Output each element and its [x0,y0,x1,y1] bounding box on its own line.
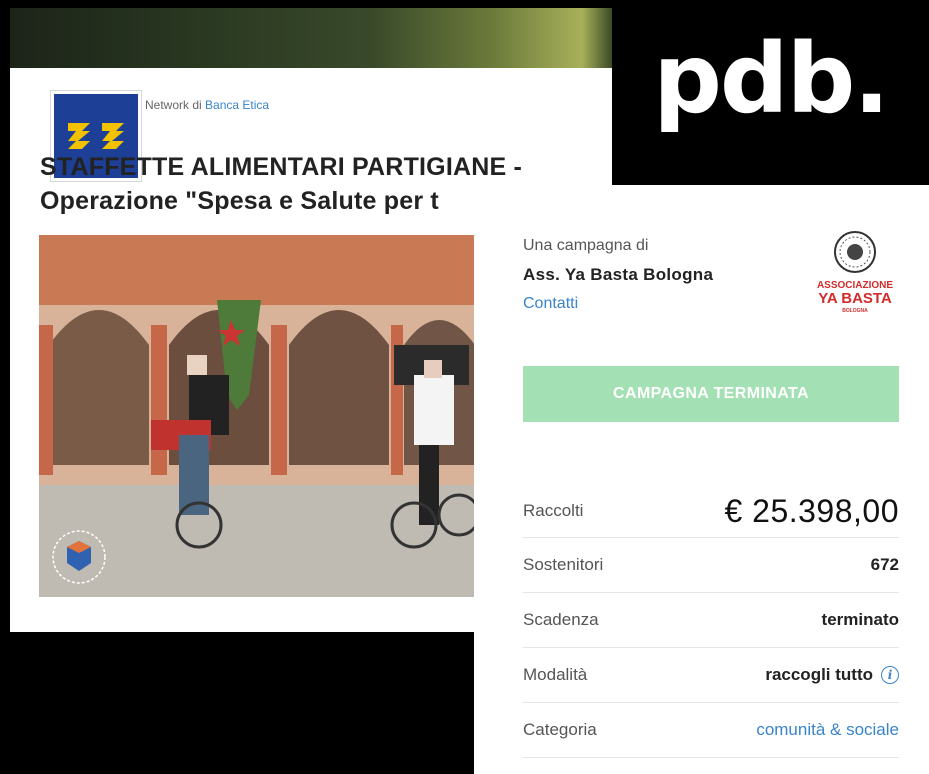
organizer-logo[interactable]: ASSOCIAZIONE YA BASTA BOLOGNA [814,230,896,320]
org-logo-line3: BOLOGNA [842,308,868,314]
category-link[interactable]: comunità & sociale [756,720,899,740]
raised-amount: € 25.398,00 [724,492,899,529]
mode-value: raccogli tutto [765,665,873,684]
stat-label: Scadenza [523,610,599,629]
campaign-photo [39,235,475,597]
stat-label: Sostenitori [523,555,604,574]
org-logo-line2: YA BASTA [818,290,892,307]
campaign-title-line1: STAFFETTE ALIMENTARI PARTIGIANE - [40,153,523,181]
campaign-status-button[interactable]: CAMPAGNA TERMINATA [523,366,899,422]
stat-row-category: Categoria comunità & sociale [523,703,899,758]
network-line: Network di Banca Etica [145,98,269,112]
stat-row-supporters: Sostenitori 672 [523,538,899,593]
pdb-logo[interactable]: pdb. [612,0,929,185]
stat-label: Raccolti [523,501,584,520]
info-icon[interactable]: i [881,666,899,684]
stat-label: Categoria [523,720,597,739]
stat-row-raised: Raccolti € 25.398,00 [523,485,899,538]
deadline-value: terminato [821,610,899,629]
mode-value-wrap: raccogli tutto i [765,665,899,685]
banca-etica-link[interactable]: Banca Etica [205,98,269,112]
campaign-info-panel: Una campagna di Ass. Ya Basta Bologna Co… [474,185,929,774]
background-photo-strip [10,8,612,72]
stat-row-deadline: Scadenza terminato [523,593,899,648]
network-prefix: Network di [145,98,202,112]
supporters-count: 672 [870,555,899,574]
contact-link[interactable]: Contatti [523,295,578,313]
pdb-logo-text: pdb. [653,22,890,135]
organizer-label: Una campagna di [523,237,649,254]
stat-label: Modalità [523,665,588,684]
organizer-name: Ass. Ya Basta Bologna [523,265,714,284]
stat-row-mode: Modalità raccogli tutto i [523,648,899,703]
stats-list: Raccolti € 25.398,00 Sostenitori 672 Sca… [523,485,899,758]
